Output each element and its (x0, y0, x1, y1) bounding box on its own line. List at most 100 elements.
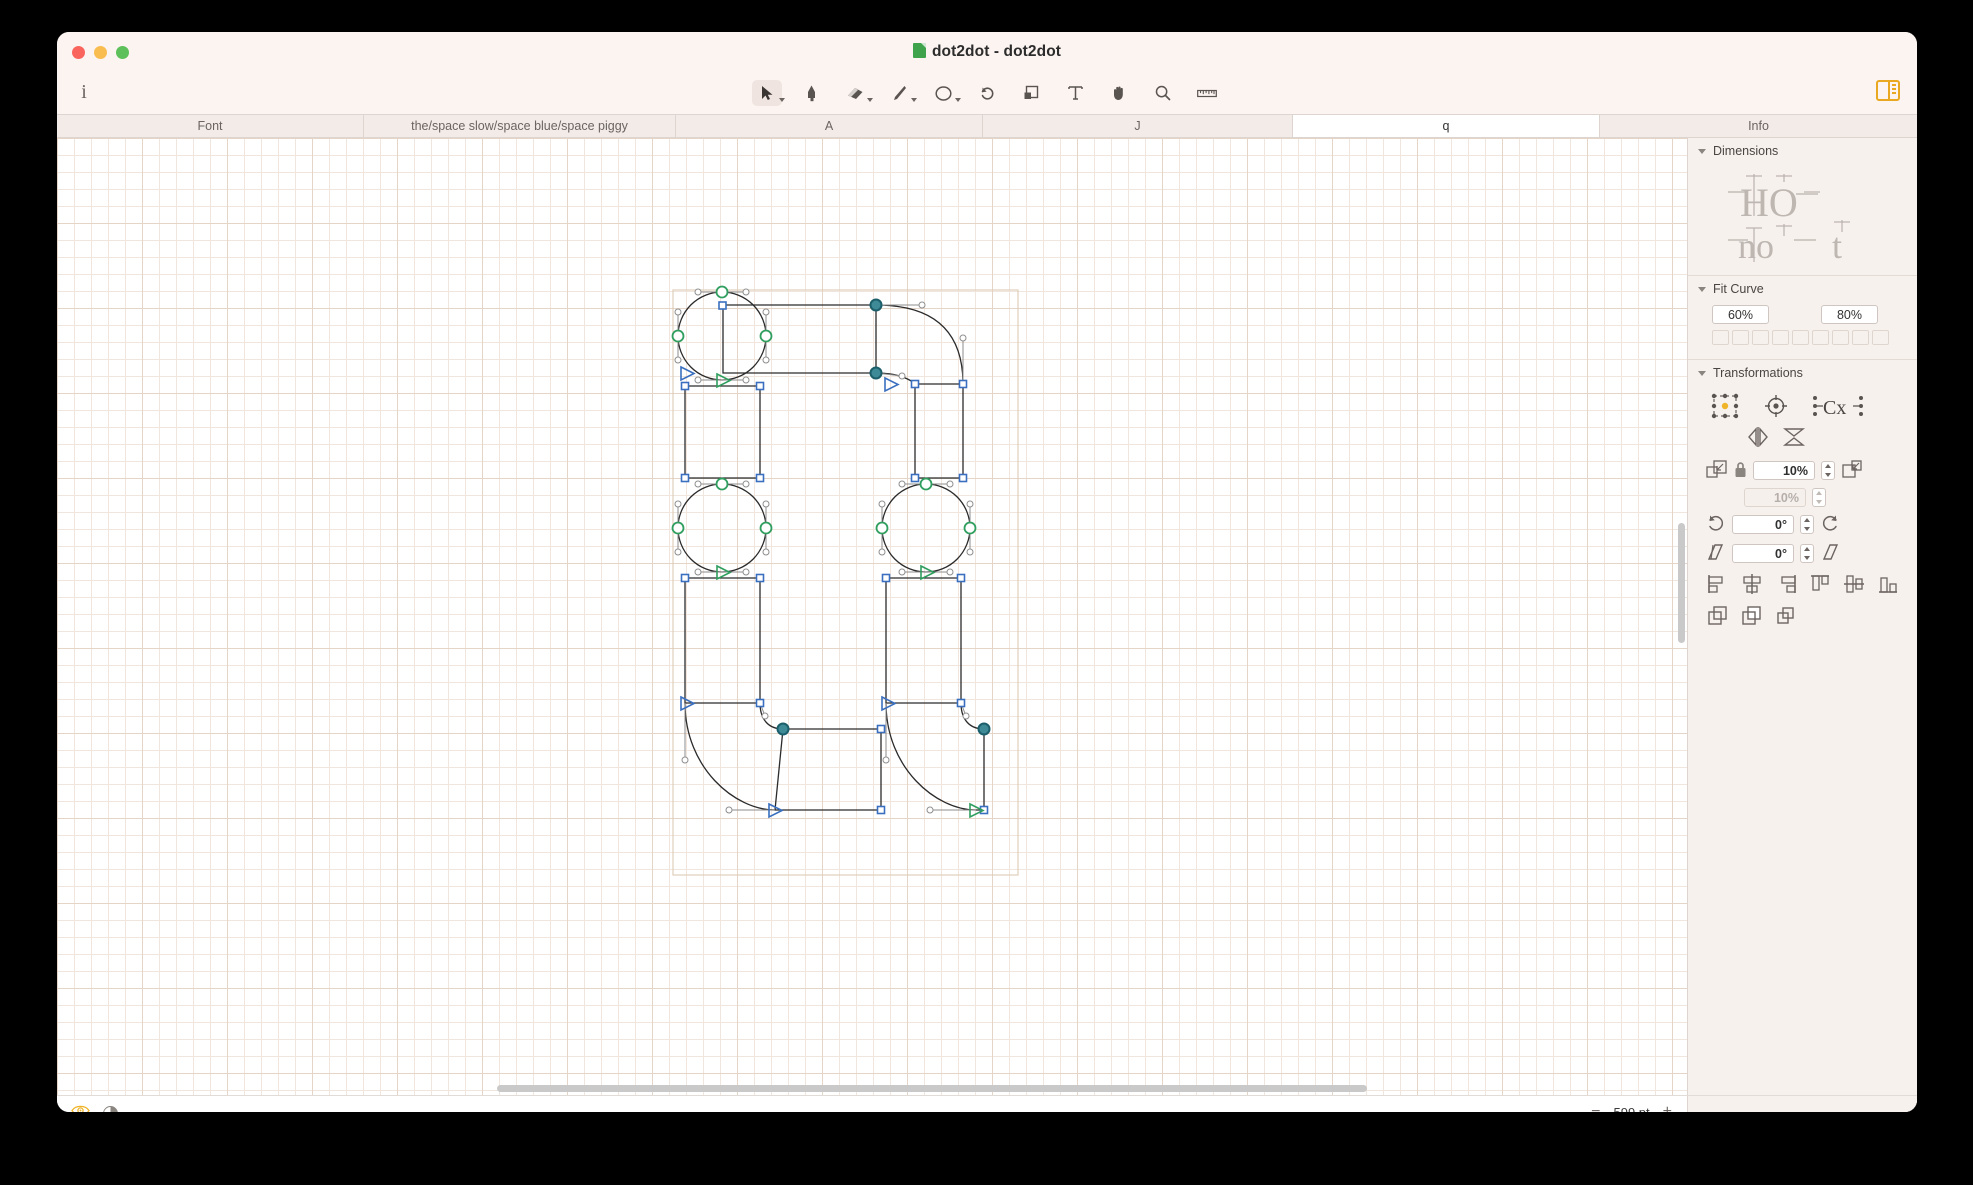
fit-curve-preset[interactable] (1872, 330, 1889, 345)
fit-curve-preset[interactable] (1712, 330, 1729, 345)
tab-font-name[interactable]: the/space slow/space blue/space piggy (364, 115, 676, 137)
handle-endpoints (674, 288, 974, 814)
horizontal-scrollbar[interactable] (497, 1085, 1367, 1092)
undo-tool[interactable] (972, 80, 1002, 106)
fit-curve-preset[interactable] (1812, 330, 1829, 345)
chevron-down-icon (1698, 148, 1706, 154)
path-direction-arrows (680, 365, 985, 819)
tab-font[interactable]: Font (57, 115, 364, 137)
eye-icon[interactable] (71, 1104, 90, 1112)
inspector-panel: Dimensions HO no t Fit Curve 60% 80% Tra… (1687, 138, 1917, 1095)
tab-glyph-q[interactable]: q (1293, 115, 1600, 137)
scale-secondary-stepper[interactable] (1812, 488, 1826, 507)
application-window: dot2dot - dot2dot i Font the/space slow/… (57, 32, 1917, 1112)
zoom-out-button[interactable]: − (1591, 1104, 1600, 1113)
pen-tool[interactable] (796, 80, 826, 106)
toolbar: i (57, 76, 1917, 114)
tab-info[interactable]: Info (1600, 115, 1917, 137)
skew-field[interactable]: 0° (1732, 544, 1794, 563)
flip-horizontal-icon[interactable] (1746, 426, 1770, 451)
tab-glyph-j[interactable]: J (983, 115, 1293, 137)
skew-right-icon[interactable] (1820, 542, 1840, 565)
dimensions-preview[interactable]: HO no t (1698, 165, 1907, 267)
boolean-tools (1698, 600, 1907, 635)
hand-tool[interactable] (1104, 80, 1134, 106)
transform-origin-icon[interactable] (1710, 393, 1740, 422)
glyph-outline-editor[interactable] (57, 138, 1687, 1095)
tab-glyph-a[interactable]: A (676, 115, 983, 137)
fit-curve-preset[interactable] (1732, 330, 1749, 345)
center-point-icon[interactable] (1762, 393, 1790, 422)
scale-stepper[interactable] (1821, 461, 1835, 480)
fit-curve-left-field[interactable]: 60% (1712, 305, 1769, 324)
text-tool[interactable] (1060, 80, 1090, 106)
measure-tool[interactable] (1192, 80, 1222, 106)
svg-text:Cx: Cx (1823, 397, 1846, 419)
smooth-nodes (671, 285, 977, 535)
svg-text:t: t (1832, 226, 1842, 266)
flip-vertical-icon[interactable] (1782, 426, 1806, 451)
fit-curve-right-field[interactable]: 80% (1821, 305, 1878, 324)
glyph-canvas[interactable]: q 0071 Kern 20 H 0 Kern Group 600 Gro (57, 138, 1687, 1095)
align-left-icon[interactable] (1706, 573, 1730, 598)
vertical-scrollbar[interactable] (1678, 523, 1685, 643)
ellipse-tool[interactable] (928, 80, 961, 106)
fit-curve-preset[interactable] (1792, 330, 1809, 345)
scale-up-icon[interactable] (1841, 459, 1863, 482)
rotation-stepper[interactable] (1800, 515, 1814, 534)
zoom-in-button[interactable]: + (1663, 1104, 1672, 1113)
cx-metrics-icon[interactable]: Cx (1812, 393, 1864, 422)
rotation-field[interactable]: 0° (1732, 515, 1794, 534)
fit-curve-preset[interactable] (1752, 330, 1769, 345)
shapes-tool[interactable] (1016, 80, 1046, 106)
section-title-dimensions: Dimensions (1713, 144, 1779, 158)
rotate-clockwise-icon[interactable] (1820, 513, 1840, 536)
section-title-fit-curve: Fit Curve (1713, 282, 1764, 296)
section-header-fit-curve[interactable]: Fit Curve (1688, 276, 1917, 301)
section-title-transformations: Transformations (1713, 366, 1803, 380)
fit-curve-preset[interactable] (1832, 330, 1849, 345)
scale-percent-secondary-field[interactable]: 10% (1744, 488, 1806, 507)
eraser-tool[interactable] (840, 80, 873, 106)
intersect-icon[interactable] (1774, 604, 1798, 629)
lock-icon[interactable] (1734, 461, 1747, 481)
status-bar: − 599 pt + (57, 1095, 1917, 1112)
chevron-down-icon (955, 98, 961, 102)
chevron-down-icon (1698, 370, 1706, 376)
document-icon (912, 43, 926, 58)
tab-bar: Font the/space slow/space blue/space pig… (57, 114, 1917, 138)
workspace: q 0071 Kern 20 H 0 Kern Group 600 Gro (57, 138, 1917, 1095)
sidebar-toggle-icon[interactable] (1876, 80, 1900, 101)
pencil-tool[interactable] (884, 80, 917, 106)
section-body-fit-curve: 60% 80% (1688, 301, 1917, 360)
section-header-transformations[interactable]: Transformations (1688, 360, 1917, 385)
chevron-down-icon (911, 98, 917, 102)
align-center-vertical-icon[interactable] (1842, 573, 1866, 598)
contrast-icon[interactable] (103, 1105, 118, 1112)
select-tool[interactable] (752, 80, 785, 106)
rotate-counterclockwise-icon[interactable] (1706, 513, 1726, 536)
title-bar: dot2dot - dot2dot (57, 32, 1917, 76)
fit-curve-preset[interactable] (1852, 330, 1869, 345)
align-bottom-icon[interactable] (1876, 573, 1900, 598)
alignment-tools (1698, 567, 1907, 600)
section-header-dimensions[interactable]: Dimensions (1688, 138, 1917, 163)
align-right-icon[interactable] (1774, 573, 1798, 598)
status-bar-panel-spacer (1687, 1096, 1917, 1112)
chevron-down-icon (867, 98, 873, 102)
union-icon[interactable] (1706, 604, 1730, 629)
zoom-level-label: 599 pt (1613, 1104, 1650, 1113)
section-body-transformations: Cx 10% 10% 0° 0° (1688, 385, 1917, 643)
align-center-horizontal-icon[interactable] (1740, 573, 1764, 598)
scale-percent-field[interactable]: 10% (1753, 461, 1815, 480)
subtract-icon[interactable] (1740, 604, 1764, 629)
align-top-icon[interactable] (1808, 573, 1832, 598)
skew-stepper[interactable] (1800, 544, 1814, 563)
scale-down-icon[interactable] (1706, 459, 1728, 482)
svg-text:HO: HO (1740, 180, 1798, 225)
zoom-tool[interactable] (1148, 80, 1178, 106)
chevron-down-icon (1698, 286, 1706, 292)
chevron-down-icon (779, 98, 785, 102)
skew-left-icon[interactable] (1706, 542, 1726, 565)
fit-curve-preset[interactable] (1772, 330, 1789, 345)
